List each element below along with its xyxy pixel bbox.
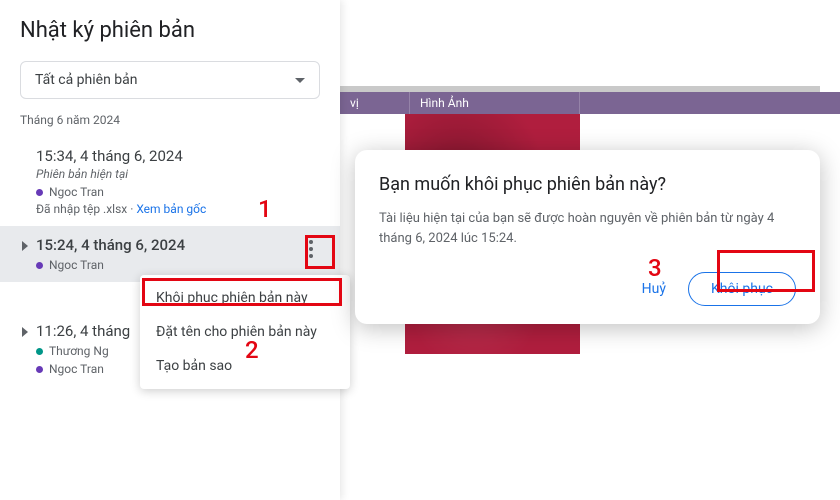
version-filter-dropdown[interactable]: Tất cả phiên bản bbox=[20, 61, 320, 99]
annotation-box-3 bbox=[717, 250, 815, 292]
version-subtitle: Phiên bản hiện tại bbox=[36, 167, 320, 181]
column-header: vị bbox=[340, 92, 410, 114]
column-header: Hình Ảnh bbox=[410, 92, 580, 114]
annotation-number-2: 2 bbox=[245, 336, 259, 364]
user-dot-icon bbox=[36, 189, 43, 196]
version-timestamp: 15:24, 4 tháng 6, 2024 bbox=[36, 236, 320, 254]
version-note: Đã nhập tệp .xlsx · Xem bản gốc bbox=[36, 202, 320, 216]
version-user: Ngoc Tran bbox=[36, 258, 320, 272]
annotation-number-1: 1 bbox=[258, 195, 272, 223]
version-item[interactable]: 15:34, 4 tháng 6, 2024 Phiên bản hiện tạ… bbox=[0, 137, 340, 226]
expand-triangle-icon[interactable] bbox=[22, 327, 28, 337]
version-user: Ngoc Tran bbox=[36, 185, 320, 199]
annotation-number-3: 3 bbox=[648, 254, 662, 282]
caret-down-icon bbox=[295, 78, 305, 83]
version-history-panel: Nhật ký phiên bản Tất cả phiên bản Tháng… bbox=[0, 0, 340, 500]
annotation-box-1 bbox=[305, 235, 335, 269]
user-dot-icon bbox=[36, 366, 43, 373]
version-timestamp: 15:34, 4 tháng 6, 2024 bbox=[36, 147, 320, 165]
dialog-title: Bạn muốn khôi phục phiên bản này? bbox=[379, 174, 796, 195]
sheet-header-row: vị Hình Ảnh bbox=[340, 92, 840, 114]
annotation-box-menu bbox=[142, 278, 342, 306]
expand-triangle-icon[interactable] bbox=[22, 241, 28, 251]
version-item-selected[interactable]: 15:24, 4 tháng 6, 2024 Ngoc Tran bbox=[0, 226, 340, 282]
user-dot-icon bbox=[36, 262, 43, 269]
view-original-link[interactable]: Xem bản gốc bbox=[136, 202, 206, 216]
dialog-body: Tài liệu hiện tại của bạn sẽ được hoàn n… bbox=[379, 209, 796, 248]
filter-label: Tất cả phiên bản bbox=[35, 72, 137, 88]
panel-title: Nhật ký phiên bản bbox=[0, 18, 340, 43]
month-heading: Tháng 6 năm 2024 bbox=[0, 113, 340, 127]
restore-dialog: Bạn muốn khôi phục phiên bản này? Tài li… bbox=[355, 150, 820, 324]
user-dot-icon bbox=[36, 348, 43, 355]
